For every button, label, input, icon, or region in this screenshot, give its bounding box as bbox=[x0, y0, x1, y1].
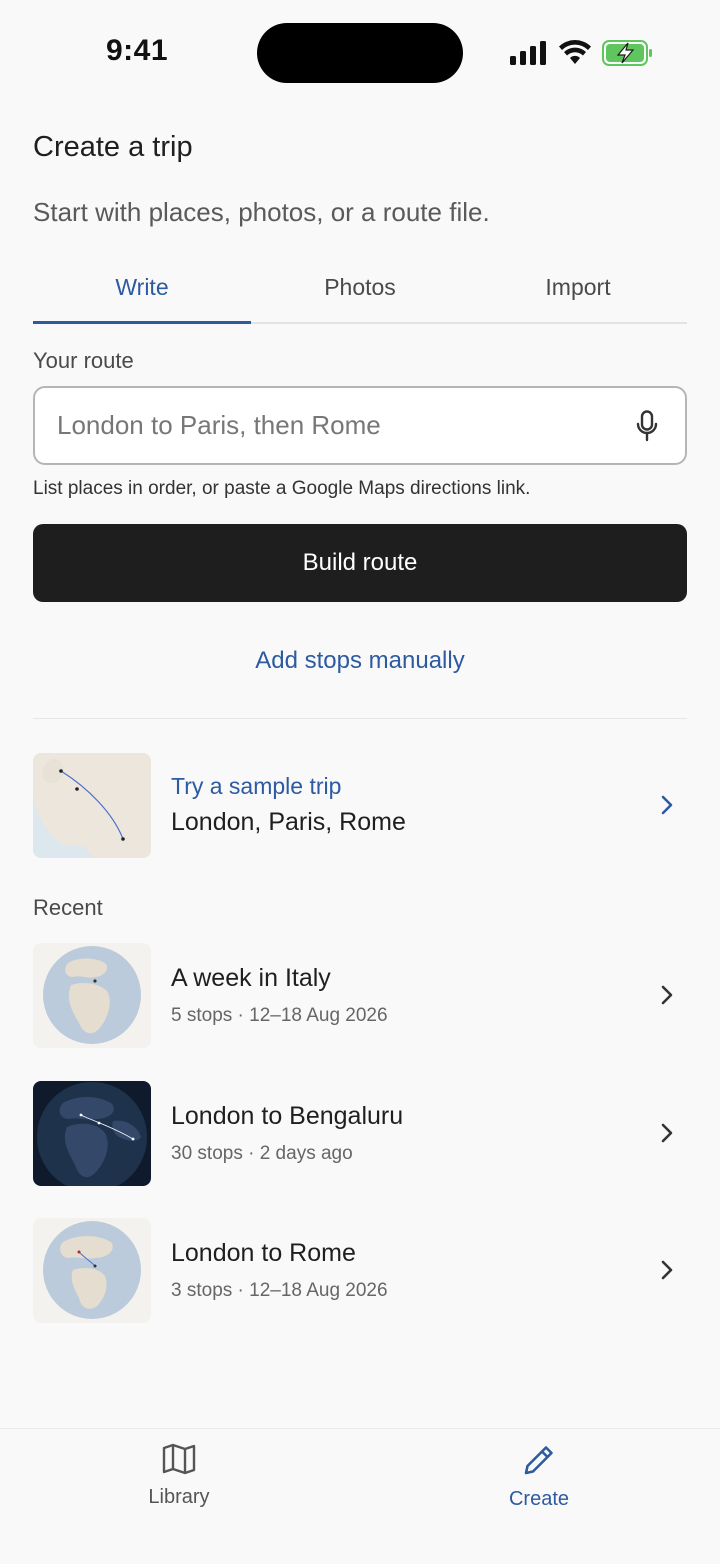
signal-icon bbox=[510, 41, 546, 65]
globe-dark-thumbnail bbox=[33, 1080, 151, 1186]
tab-write[interactable]: Write bbox=[33, 260, 251, 324]
route-input-container bbox=[33, 386, 687, 465]
page-title: Create a trip bbox=[33, 131, 193, 163]
chevron-right-icon bbox=[655, 1258, 679, 1282]
divider bbox=[33, 718, 687, 719]
nav-create-label: Create bbox=[508, 1488, 570, 1510]
sample-trip-map-thumbnail bbox=[33, 752, 151, 858]
recent-trip-text: London to Rome 3 stops · 12–18 Aug 2026 bbox=[171, 1239, 655, 1302]
recent-trip-row[interactable]: London to Rome 3 stops · 12–18 Aug 2026 bbox=[33, 1217, 687, 1323]
chevron-right-icon bbox=[655, 793, 679, 817]
recent-trip-text: London to Bengaluru 30 stops · 2 days ag… bbox=[171, 1102, 655, 1165]
sample-trip-text: Try a sample trip London, Paris, Rome bbox=[171, 773, 655, 837]
recent-trip-title: London to Rome bbox=[171, 1238, 356, 1267]
globe-light-thumbnail bbox=[33, 942, 151, 1048]
sample-trip-kicker: Try a sample trip bbox=[171, 773, 342, 799]
tab-photos[interactable]: Photos bbox=[251, 260, 469, 322]
add-stops-manually-link[interactable]: Add stops manually bbox=[0, 647, 720, 675]
globe-light-thumbnail bbox=[33, 1217, 151, 1323]
page-subtitle: Start with places, photos, or a route fi… bbox=[33, 197, 490, 227]
build-route-button[interactable]: Build route bbox=[33, 524, 687, 602]
recent-trip-meta: 3 stops · 12–18 Aug 2026 bbox=[171, 1279, 388, 1301]
recent-trip-meta: 30 stops · 2 days ago bbox=[171, 1142, 353, 1164]
route-field-label: Your route bbox=[33, 348, 134, 373]
wifi-icon bbox=[559, 40, 591, 64]
microphone-icon[interactable] bbox=[631, 406, 663, 446]
route-input[interactable] bbox=[57, 410, 631, 441]
sample-trip-row[interactable]: Try a sample trip London, Paris, Rome bbox=[33, 752, 687, 858]
map-icon bbox=[162, 1443, 196, 1475]
mode-tabs: Write Photos Import bbox=[33, 260, 687, 324]
status-time: 9:41 bbox=[106, 34, 169, 67]
recent-trip-title: A week in Italy bbox=[171, 963, 331, 992]
pencil-icon bbox=[524, 1446, 553, 1475]
route-helper-text: List places in order, or paste a Google … bbox=[33, 478, 531, 499]
status-bar: 9:41 bbox=[0, 0, 720, 100]
bottom-nav: Library Create bbox=[0, 1428, 720, 1564]
dynamic-island bbox=[257, 23, 463, 83]
battery-charging-icon bbox=[602, 40, 652, 66]
nav-library[interactable]: Library bbox=[109, 1443, 249, 1509]
recent-trip-title: London to Bengaluru bbox=[171, 1101, 404, 1130]
status-icons bbox=[510, 38, 654, 68]
recent-trip-text: A week in Italy 5 stops · 12–18 Aug 2026 bbox=[171, 964, 655, 1027]
chevron-right-icon bbox=[655, 983, 679, 1007]
sample-trip-title: London, Paris, Rome bbox=[171, 808, 406, 836]
recent-trip-meta: 5 stops · 12–18 Aug 2026 bbox=[171, 1004, 388, 1026]
recent-trip-row[interactable]: London to Bengaluru 30 stops · 2 days ag… bbox=[33, 1080, 687, 1186]
nav-create[interactable]: Create bbox=[469, 1443, 609, 1511]
chevron-right-icon bbox=[655, 1121, 679, 1145]
tab-import[interactable]: Import bbox=[469, 260, 687, 322]
nav-library-label: Library bbox=[148, 1486, 210, 1508]
recent-section-label: Recent bbox=[33, 895, 103, 920]
recent-trip-row[interactable]: A week in Italy 5 stops · 12–18 Aug 2026 bbox=[33, 942, 687, 1048]
